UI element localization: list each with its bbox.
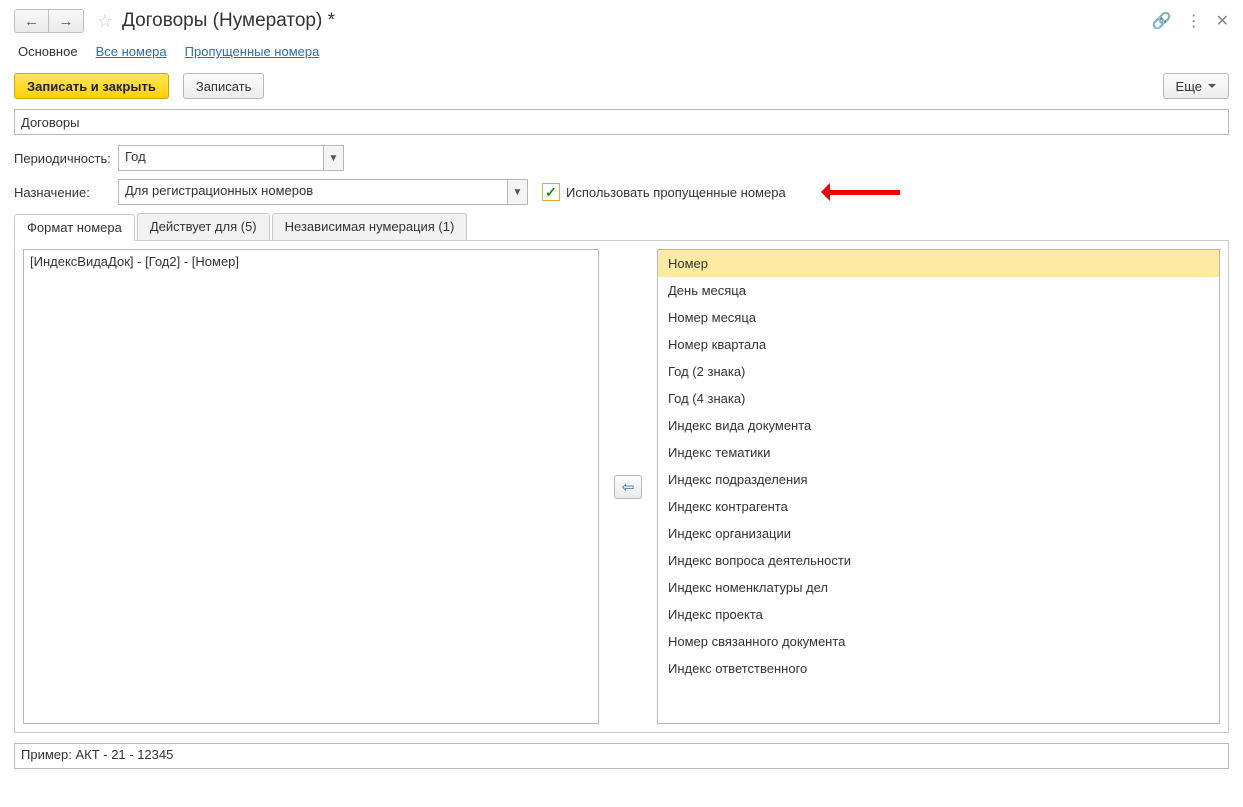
save-button[interactable]: Записать bbox=[183, 73, 265, 99]
more-button[interactable]: Еще bbox=[1163, 73, 1229, 99]
tab-independent[interactable]: Независимая нумерация (1) bbox=[272, 213, 468, 240]
annotation-arrow bbox=[812, 183, 900, 201]
token-item[interactable]: Индекс организации bbox=[658, 520, 1219, 547]
token-item[interactable]: Индекс тематики bbox=[658, 439, 1219, 466]
purpose-label: Назначение: bbox=[14, 185, 118, 200]
example-output: Пример: АКТ - 21 - 12345 bbox=[14, 743, 1229, 769]
periodicity-label: Периодичность: bbox=[14, 151, 118, 166]
name-input[interactable] bbox=[14, 109, 1229, 135]
token-item[interactable]: Индекс номенклатуры дел bbox=[658, 574, 1219, 601]
close-icon[interactable]: ✕ bbox=[1216, 11, 1229, 31]
chevron-down-icon[interactable]: ▼ bbox=[507, 180, 527, 204]
periodicity-select[interactable]: Год ▼ bbox=[118, 145, 344, 171]
use-skipped-checkbox[interactable]: ✓ bbox=[542, 183, 560, 201]
tab-format[interactable]: Формат номера bbox=[14, 214, 135, 241]
kebab-icon[interactable]: ⋮ bbox=[1186, 11, 1202, 31]
inner-tabs: Формат номера Действует для (5) Независи… bbox=[14, 213, 1229, 241]
tab-skipped-numbers[interactable]: Пропущенные номера bbox=[185, 44, 320, 59]
token-item[interactable]: Номер месяца bbox=[658, 304, 1219, 331]
chevron-down-icon[interactable]: ▼ bbox=[323, 146, 343, 170]
format-field[interactable]: [ИндексВидаДок] - [Год2] - [Номер] bbox=[23, 249, 599, 724]
token-item[interactable]: Индекс проекта bbox=[658, 601, 1219, 628]
token-item[interactable]: Индекс вопроса деятельности bbox=[658, 547, 1219, 574]
token-item[interactable]: Индекс ответственного bbox=[658, 655, 1219, 682]
forward-button[interactable]: → bbox=[49, 10, 83, 32]
nav-history[interactable]: ← → bbox=[14, 9, 84, 33]
link-icon[interactable]: 🔗 bbox=[1152, 11, 1172, 31]
page-title: Договоры (Нумератор) * bbox=[122, 10, 1152, 32]
save-and-close-button[interactable]: Записать и закрыть bbox=[14, 73, 169, 99]
back-button[interactable]: ← bbox=[15, 10, 49, 32]
token-item[interactable]: Номер связанного документа bbox=[658, 628, 1219, 655]
purpose-select[interactable]: Для регистрационных номеров ▼ bbox=[118, 179, 528, 205]
token-item[interactable]: Индекс подразделения bbox=[658, 466, 1219, 493]
token-item[interactable]: Номер bbox=[658, 250, 1219, 277]
use-skipped-label: Использовать пропущенные номера bbox=[566, 185, 786, 200]
check-icon: ✓ bbox=[545, 185, 557, 199]
token-item[interactable]: Номер квартала bbox=[658, 331, 1219, 358]
move-left-button[interactable]: ⇦ bbox=[614, 475, 642, 499]
token-item[interactable]: День месяца bbox=[658, 277, 1219, 304]
tab-applies[interactable]: Действует для (5) bbox=[137, 213, 270, 240]
token-item[interactable]: Индекс контрагента bbox=[658, 493, 1219, 520]
tokens-list[interactable]: НомерДень месяцаНомер месяцаНомер кварта… bbox=[657, 249, 1220, 724]
star-icon[interactable]: ☆ bbox=[94, 10, 116, 32]
tab-main[interactable]: Основное bbox=[18, 44, 78, 59]
token-item[interactable]: Индекс вида документа bbox=[658, 412, 1219, 439]
section-nav: Основное Все номера Пропущенные номера bbox=[14, 44, 1229, 59]
token-item[interactable]: Год (4 знака) bbox=[658, 385, 1219, 412]
tab-all-numbers[interactable]: Все номера bbox=[96, 44, 167, 59]
token-item[interactable]: Год (2 знака) bbox=[658, 358, 1219, 385]
